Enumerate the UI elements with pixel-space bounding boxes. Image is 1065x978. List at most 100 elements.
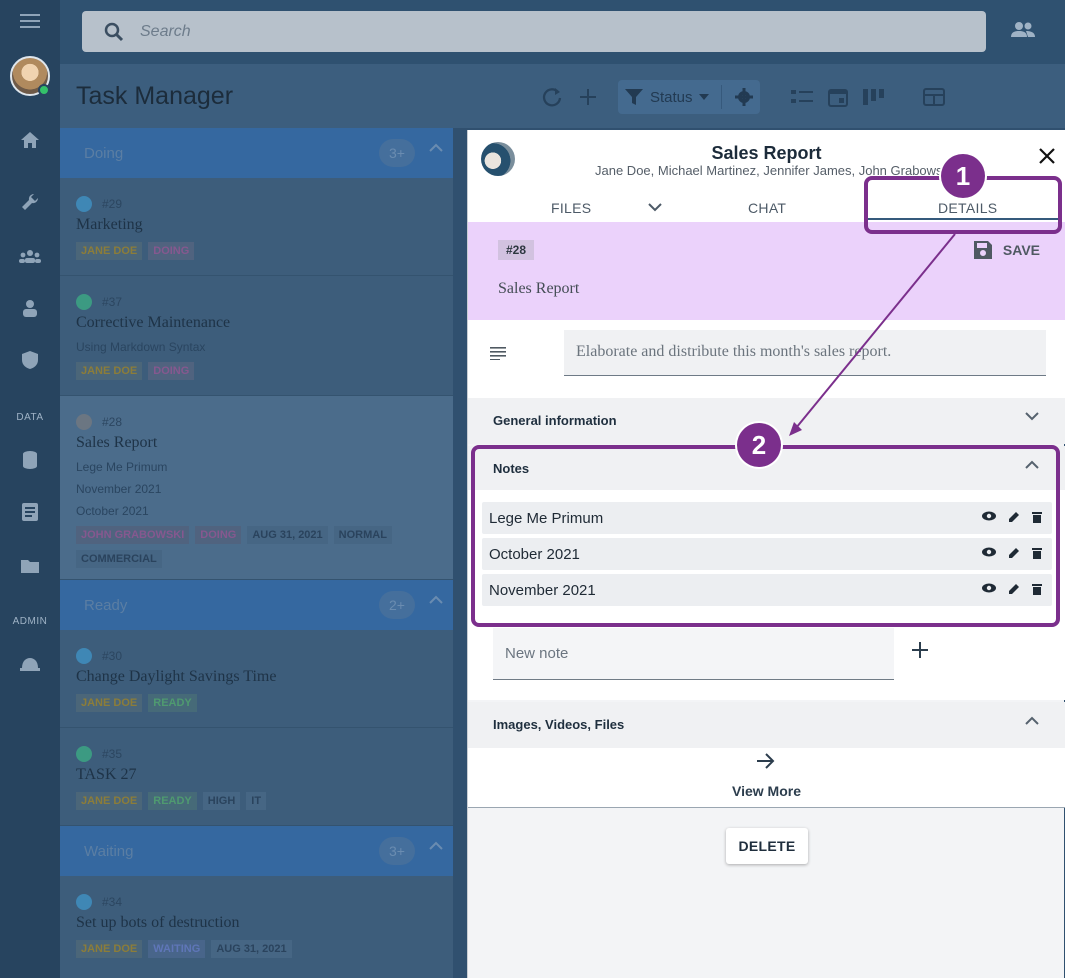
- rail-section-data: DATA: [16, 412, 44, 423]
- task-id-chip: #28: [498, 240, 535, 260]
- chevron-up-icon[interactable]: [429, 143, 443, 153]
- view-more-button[interactable]: View More: [468, 748, 1065, 808]
- chevron-down-icon[interactable]: [648, 203, 662, 212]
- group-name: Waiting: [84, 843, 134, 860]
- due-date-tag: AUG 31, 2021: [211, 940, 292, 958]
- task-id: #28: [102, 415, 123, 429]
- task-card-selected[interactable]: #28 Sales Report Lege Me Primum November…: [60, 396, 453, 580]
- add-icon[interactable]: [570, 81, 606, 113]
- refresh-icon[interactable]: [534, 81, 570, 113]
- tab-chat[interactable]: CHAT: [748, 200, 786, 216]
- task-title: Set up bots of destruction: [76, 914, 240, 931]
- database-icon[interactable]: [18, 448, 42, 472]
- group-header-waiting[interactable]: Waiting 3+: [60, 826, 453, 876]
- group-header-ready[interactable]: Ready 2+: [60, 580, 453, 630]
- table-view-icon[interactable]: [916, 81, 952, 113]
- task-id: #30: [102, 649, 123, 663]
- task-title: Corrective Maintenance: [76, 314, 231, 331]
- description-icon: [490, 347, 506, 360]
- attachment-item: October 2021: [76, 504, 149, 518]
- worker-icon[interactable]: [18, 296, 42, 320]
- task-list: Doing 3+ #29 Marketing JANE DOE DOING #37…: [60, 128, 453, 978]
- chevron-up-icon[interactable]: [1025, 716, 1039, 725]
- chevron-down-icon[interactable]: [1025, 412, 1039, 421]
- admin-helmet-icon[interactable]: [18, 652, 42, 676]
- section-title: Images, Videos, Files: [493, 717, 625, 732]
- shield-icon[interactable]: [18, 348, 42, 372]
- status-filter[interactable]: Status: [618, 80, 760, 114]
- people-icon[interactable]: [1011, 20, 1035, 43]
- search-icon: [104, 22, 124, 41]
- priority-tag: HIGH: [202, 792, 241, 810]
- task-card[interactable]: #29 Marketing JANE DOE DOING: [60, 178, 453, 276]
- assignee-tag: JANE DOE: [76, 362, 143, 380]
- left-rail: DATA ADMIN: [0, 0, 60, 978]
- task-card[interactable]: #37 Corrective Maintenance Using Markdow…: [60, 276, 453, 396]
- task-title: Marketing: [76, 216, 143, 233]
- group-header-doing[interactable]: Doing 3+: [60, 128, 453, 178]
- task-card[interactable]: #30 Change Daylight Savings Time JANE DO…: [60, 630, 453, 728]
- menu-icon[interactable]: [18, 9, 42, 33]
- task-summary: #28 SAVE Sales Report: [468, 222, 1065, 320]
- task-title-field[interactable]: Sales Report: [498, 280, 579, 298]
- group-name: Doing: [84, 145, 124, 162]
- assignee-avatar: [76, 196, 92, 212]
- status-filter-label: Status: [650, 88, 693, 106]
- assignee-tag: JANE DOE: [76, 940, 143, 958]
- task-card[interactable]: #35 TASK 27 JANE DOE READY HIGH IT: [60, 728, 453, 826]
- group-name: Ready: [84, 597, 128, 614]
- media-header[interactable]: Images, Videos, Files: [468, 702, 1065, 748]
- kanban-icon[interactable]: [856, 81, 892, 113]
- status-tag: DOING: [148, 362, 195, 380]
- user-avatar[interactable]: [10, 56, 50, 96]
- wrench-icon[interactable]: [18, 190, 42, 214]
- page-title: Task Manager: [76, 82, 234, 110]
- add-note-icon[interactable]: [912, 642, 928, 663]
- page-header: Task Manager Status: [60, 64, 1065, 128]
- new-note-input[interactable]: New note: [493, 628, 894, 680]
- description-field[interactable]: Elaborate and distribute this month's sa…: [564, 330, 1046, 376]
- assignee-avatar: [76, 894, 92, 910]
- assignee-avatar: [76, 414, 92, 430]
- document-icon[interactable]: [18, 500, 42, 524]
- due-date-tag: AUG 31, 2021: [247, 526, 328, 544]
- status-tag: WAITING: [148, 940, 206, 958]
- online-status-dot: [38, 84, 50, 96]
- description-section: Elaborate and distribute this month's sa…: [468, 320, 1065, 400]
- delete-button[interactable]: DELETE: [726, 828, 808, 864]
- chevron-up-icon[interactable]: [429, 595, 443, 605]
- task-title: TASK 27: [76, 766, 137, 783]
- assignee-tag: JANE DOE: [76, 242, 143, 260]
- assignee-avatar: [76, 648, 92, 664]
- checklist-icon[interactable]: [784, 81, 820, 113]
- task-id: #35: [102, 747, 123, 761]
- team-icon[interactable]: [18, 244, 42, 268]
- attachment-item: Lege Me Primum: [76, 460, 168, 474]
- toolbar: Status: [534, 80, 952, 114]
- task-card[interactable]: #34 Set up bots of destruction JANE DOE W…: [60, 876, 453, 978]
- task-title: Sales Report: [76, 434, 158, 451]
- tab-files[interactable]: FILES: [551, 200, 591, 216]
- search-placeholder: Search: [140, 22, 191, 40]
- group-count: 3+: [379, 139, 415, 167]
- rail-section-admin: ADMIN: [12, 616, 48, 627]
- gear-icon[interactable]: [734, 87, 754, 107]
- new-note-placeholder: New note: [505, 645, 569, 662]
- group-count: 3+: [379, 837, 415, 865]
- folder-icon[interactable]: [18, 554, 42, 578]
- search-input[interactable]: Search: [82, 11, 986, 52]
- close-icon[interactable]: [1039, 148, 1055, 169]
- caret-down-icon: [698, 94, 709, 100]
- task-id: #34: [102, 895, 123, 909]
- calendar-icon[interactable]: [820, 81, 856, 113]
- assignee-avatar: [76, 294, 92, 310]
- top-bar: Search: [60, 0, 1065, 64]
- home-icon[interactable]: [18, 128, 42, 152]
- category-tag: IT: [246, 792, 267, 810]
- status-tag: DOING: [148, 242, 195, 260]
- save-button[interactable]: SAVE: [973, 240, 1040, 260]
- chevron-up-icon[interactable]: [429, 841, 443, 851]
- view-more-label: View More: [732, 783, 801, 799]
- callout-badge-1: 1: [941, 154, 985, 198]
- assignee-avatar: [76, 746, 92, 762]
